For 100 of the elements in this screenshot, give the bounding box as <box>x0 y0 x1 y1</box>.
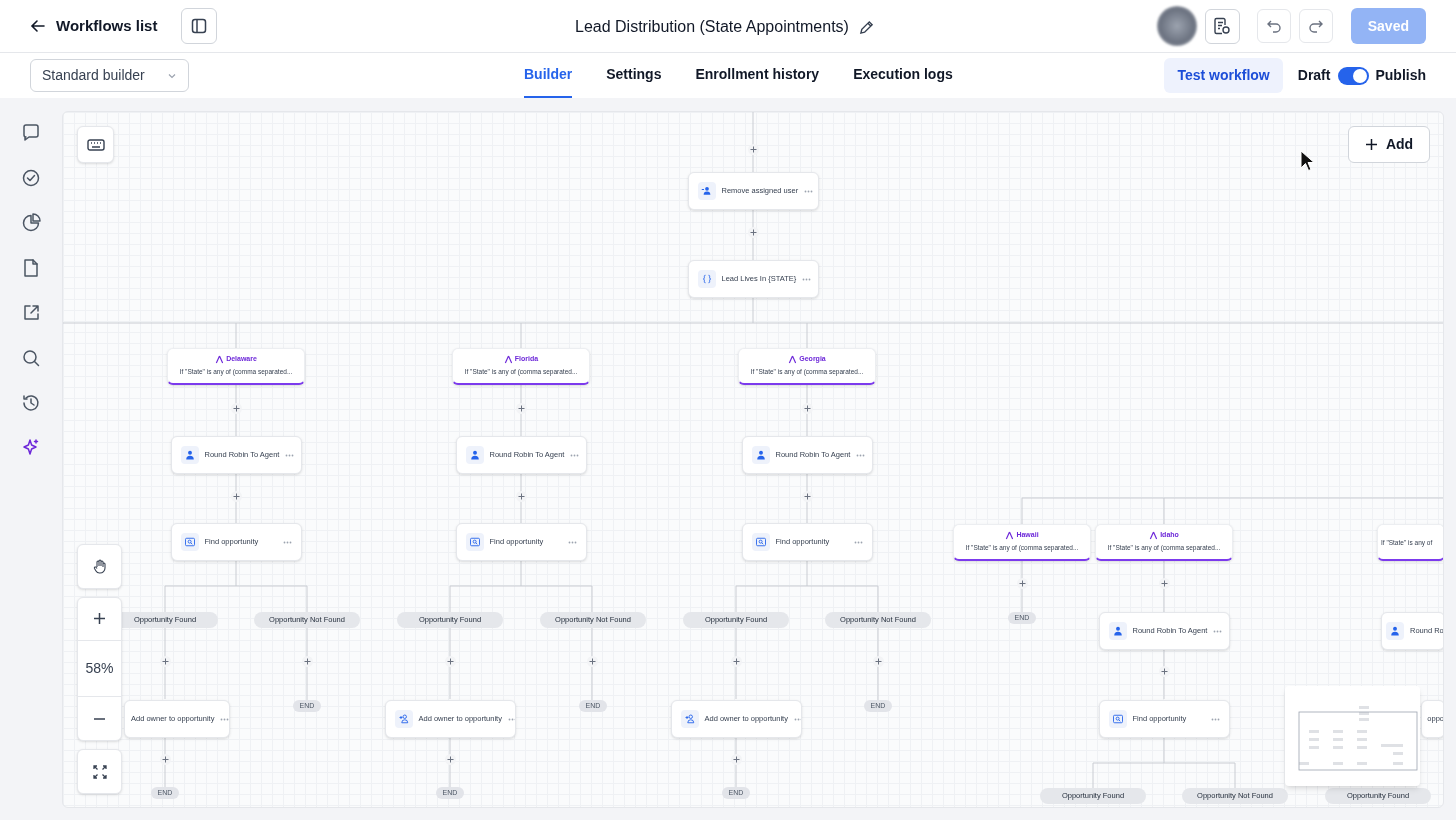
chat-icon <box>21 123 41 143</box>
add-step-button[interactable] <box>747 143 759 155</box>
plus-icon <box>803 492 811 500</box>
search-icon <box>21 348 41 368</box>
more-icon[interactable] <box>802 277 812 281</box>
plus-icon <box>749 145 757 153</box>
user-avatar[interactable] <box>1156 6 1197 46</box>
plus-icon <box>1160 667 1168 675</box>
plus-icon <box>588 657 596 665</box>
undo-icon <box>1265 18 1282 34</box>
plus-icon <box>749 228 757 236</box>
tab[interactable]: Execution logs <box>853 53 953 98</box>
plus-icon <box>1018 579 1026 587</box>
add-step-button[interactable] <box>515 402 527 414</box>
redo-icon <box>1307 18 1324 34</box>
plus-icon <box>303 657 311 665</box>
document-button[interactable] <box>1204 8 1240 44</box>
test-workflow-button[interactable]: Test workflow <box>1164 58 1283 93</box>
add-step-button[interactable] <box>444 753 456 765</box>
plus-icon <box>732 755 740 763</box>
more-icon[interactable] <box>285 453 295 457</box>
plus-icon <box>161 755 169 763</box>
keyboard-button[interactable] <box>77 126 114 163</box>
add-step-button[interactable] <box>1158 577 1170 589</box>
more-icon[interactable] <box>282 540 292 544</box>
add-step-button[interactable] <box>1158 665 1170 677</box>
search-card-icon <box>468 536 481 548</box>
tab[interactable]: Builder <box>524 53 573 98</box>
publish-label: Publish <box>1375 66 1426 85</box>
braces-icon <box>700 273 713 285</box>
more-icon[interactable] <box>570 453 580 457</box>
tab[interactable]: Settings <box>606 53 662 98</box>
person-icon <box>700 185 713 197</box>
more-icon[interactable] <box>804 189 814 193</box>
document-icon <box>21 258 41 278</box>
fit-view-button[interactable] <box>77 749 122 794</box>
publish-toggle[interactable] <box>1338 66 1370 85</box>
pan-button[interactable] <box>77 544 122 589</box>
pie-chart-icon <box>21 213 41 233</box>
external-link-icon <box>21 303 41 323</box>
more-icon[interactable] <box>507 717 515 721</box>
document-icon <box>1213 17 1232 35</box>
branch-icon <box>215 355 225 365</box>
add-step-button[interactable] <box>159 655 171 667</box>
expand-icon <box>92 764 107 779</box>
add-step-button[interactable] <box>730 655 742 667</box>
add-step-button[interactable] <box>801 490 813 502</box>
add-step-button[interactable] <box>586 655 598 667</box>
branch-icon <box>788 355 798 365</box>
plus-icon <box>1160 579 1168 587</box>
more-icon[interactable] <box>1213 629 1223 633</box>
panel-icon <box>191 18 208 34</box>
add-step-button[interactable] <box>730 753 742 765</box>
plus-icon <box>446 657 454 665</box>
more-icon[interactable] <box>1210 717 1220 721</box>
redo-button[interactable] <box>1298 9 1333 43</box>
plus-icon <box>874 657 882 665</box>
person-add-icon <box>397 713 410 725</box>
search-card-icon <box>1111 713 1124 725</box>
person-icon <box>1111 625 1124 637</box>
person-icon <box>468 449 481 461</box>
more-icon[interactable] <box>853 540 863 544</box>
builder-select[interactable]: Standard builder <box>30 59 189 92</box>
add-step-button[interactable] <box>230 490 242 502</box>
sparkle-icon <box>21 438 41 458</box>
plus-icon <box>517 404 525 412</box>
branch-icon <box>503 355 513 365</box>
more-icon[interactable] <box>567 540 577 544</box>
hand-icon <box>92 559 107 574</box>
add-step-button[interactable] <box>515 490 527 502</box>
add-step-button[interactable] <box>301 655 313 667</box>
person-icon <box>754 449 767 461</box>
zoom-level: 58% <box>78 640 121 698</box>
more-icon[interactable] <box>220 717 229 721</box>
add-step-button[interactable] <box>444 655 456 667</box>
back-link[interactable]: Workflows list <box>30 14 158 38</box>
check-circle-icon <box>21 168 41 188</box>
add-button[interactable]: Add <box>1348 126 1430 163</box>
add-step-button[interactable] <box>801 402 813 414</box>
history-icon <box>21 393 41 413</box>
more-icon[interactable] <box>793 717 801 721</box>
keyboard-icon <box>86 138 105 151</box>
add-step-button[interactable] <box>159 753 171 765</box>
plus-icon <box>93 612 106 626</box>
person-add-icon <box>683 713 696 725</box>
minus-icon <box>93 717 106 720</box>
more-icon[interactable] <box>856 453 866 457</box>
tab[interactable]: Enrollment history <box>695 53 820 98</box>
add-step-button[interactable] <box>747 226 759 238</box>
sidebar-toggle-button[interactable] <box>181 8 218 44</box>
add-step-button[interactable] <box>230 402 242 414</box>
plus-icon <box>1364 138 1378 151</box>
plus-icon <box>803 404 811 412</box>
add-step-button[interactable] <box>1016 577 1028 589</box>
plus-icon <box>232 404 240 412</box>
search-card-icon <box>183 536 196 548</box>
add-step-button[interactable] <box>872 655 884 667</box>
edit-icon[interactable] <box>858 19 874 35</box>
undo-button[interactable] <box>1256 9 1291 43</box>
back-arrow-icon <box>30 18 46 34</box>
